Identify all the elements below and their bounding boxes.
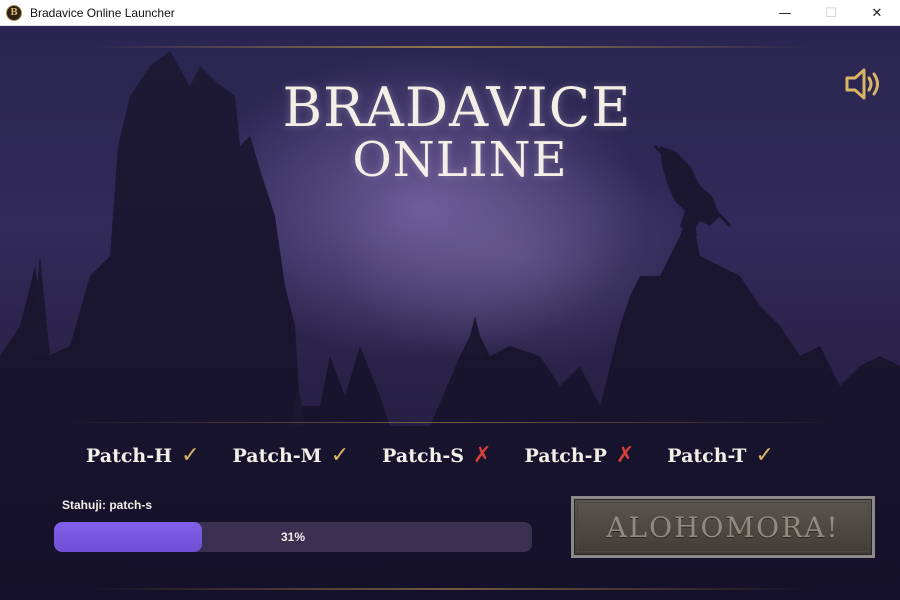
sound-toggle-button[interactable] (844, 66, 886, 102)
speaker-icon (845, 68, 879, 100)
launcher-background: BRADAVICE ONLINE Patch-H ✓ Patch-M ✓ Pat… (0, 26, 900, 600)
patch-item-s: Patch-S ✗ (382, 443, 492, 468)
bottom-divider (90, 588, 810, 590)
patch-item-h: Patch-H ✓ (86, 443, 200, 468)
top-divider (90, 46, 810, 48)
play-button-label: ALOHOMORA! (606, 510, 840, 544)
logo-subtitle: ONLINE (352, 132, 568, 188)
patch-item-m: Patch-M ✓ (232, 443, 350, 468)
patch-name: Patch-T (667, 445, 747, 467)
app-icon: B (6, 4, 22, 21)
patch-name: Patch-M (232, 445, 322, 467)
maximize-button: ☐ (825, 5, 837, 21)
game-logo: BRADAVICE ONLINE (270, 76, 640, 196)
patch-name: Patch-H (86, 445, 173, 467)
cross-icon: ✗ (473, 443, 492, 468)
patch-list: Patch-H ✓ Patch-M ✓ Patch-S ✗ Patch-P ✗ … (86, 441, 774, 471)
window-title: Bradavice Online Launcher (30, 5, 175, 20)
patch-item-p: Patch-P ✗ (524, 443, 635, 468)
download-status-text: Stahuji: patch-s (62, 498, 153, 512)
progress-percent-label: 31% (280, 530, 306, 544)
cross-icon: ✗ (615, 443, 635, 468)
logo-title: BRADAVICE (282, 76, 632, 139)
patch-name: Patch-P (524, 445, 607, 467)
close-button[interactable]: ✕ (854, 0, 900, 26)
minimize-button[interactable]: — (762, 0, 808, 26)
middle-divider (60, 422, 840, 423)
title-bar: B Bradavice Online Launcher — ☐ ✕ (0, 0, 900, 26)
window-controls: — ☐ ✕ (762, 0, 900, 26)
checkmark-icon: ✓ (755, 443, 774, 468)
patch-item-t: Patch-T ✓ (667, 443, 774, 468)
checkmark-icon: ✓ (181, 443, 200, 468)
checkmark-icon: ✓ (330, 443, 350, 468)
download-progress-bar: 31% (54, 522, 532, 552)
patch-name: Patch-S (382, 445, 464, 467)
play-button[interactable]: ALOHOMORA! (571, 496, 875, 558)
